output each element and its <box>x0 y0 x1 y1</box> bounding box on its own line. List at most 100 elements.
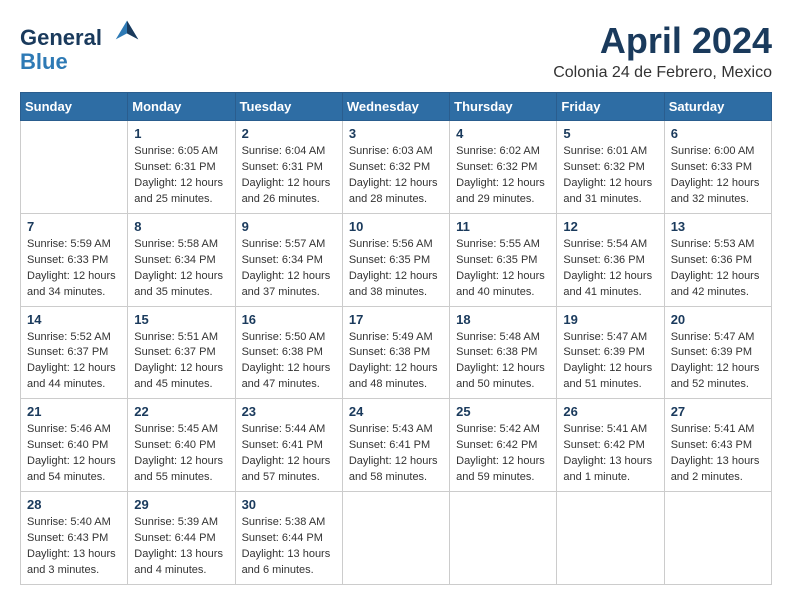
calendar-cell: 26 Sunrise: 5:41 AMSunset: 6:42 PMDayligh… <box>557 399 664 492</box>
cell-info: Sunrise: 5:41 AMSunset: 6:42 PMDaylight:… <box>563 422 657 486</box>
calendar-cell: 2 Sunrise: 6:04 AMSunset: 6:31 PMDaylight… <box>235 121 342 214</box>
calendar-cell <box>450 492 557 585</box>
week-row-2: 7 Sunrise: 5:59 AMSunset: 6:33 PMDaylight… <box>21 213 772 306</box>
cell-info: Sunrise: 5:57 AMSunset: 6:34 PMDaylight:… <box>242 237 336 301</box>
calendar-cell: 16Sunrise: 5:50 AMSunset: 6:38 PMDayligh… <box>235 306 342 399</box>
calendar-cell: 14 Sunrise: 5:52 AMSunset: 6:37 PMDayligh… <box>21 306 128 399</box>
day-number: 28 <box>27 497 121 512</box>
calendar-cell: 7 Sunrise: 5:59 AMSunset: 6:33 PMDaylight… <box>21 213 128 306</box>
day-number: 8 <box>134 219 228 234</box>
day-number: 3 <box>349 126 443 141</box>
day-number: 27 <box>671 404 765 419</box>
calendar-cell: 11 Sunrise: 5:55 AMSunset: 6:35 PMDayligh… <box>450 213 557 306</box>
cell-info: Sunrise: 5:47 AMSunset: 6:39 PMDaylight:… <box>563 330 657 394</box>
calendar-cell: 4 Sunrise: 6:02 AMSunset: 6:32 PMDaylight… <box>450 121 557 214</box>
calendar-cell: 20 Sunrise: 5:47 AMSunset: 6:39 PMDayligh… <box>664 306 771 399</box>
day-number: 19 <box>563 312 657 327</box>
day-number: 29 <box>134 497 228 512</box>
day-number: 6 <box>671 126 765 141</box>
calendar-cell: 25 Sunrise: 5:42 AMSunset: 6:42 PMDayligh… <box>450 399 557 492</box>
weekday-header-sunday: Sunday <box>21 93 128 121</box>
day-number: 23 <box>242 404 336 419</box>
calendar-cell: 8Sunrise: 5:58 AMSunset: 6:34 PMDaylight… <box>128 213 235 306</box>
calendar-cell: 19 Sunrise: 5:47 AMSunset: 6:39 PMDayligh… <box>557 306 664 399</box>
cell-info: Sunrise: 5:48 AMSunset: 6:38 PMDaylight:… <box>456 330 550 394</box>
calendar-cell: 12 Sunrise: 5:54 AMSunset: 6:36 PMDayligh… <box>557 213 664 306</box>
day-number: 12 <box>563 219 657 234</box>
location-subtitle: Colonia 24 de Febrero, Mexico <box>553 64 772 82</box>
calendar-cell: 13 Sunrise: 5:53 AMSunset: 6:36 PMDayligh… <box>664 213 771 306</box>
cell-info: Sunrise: 5:55 AMSunset: 6:35 PMDaylight:… <box>456 237 550 301</box>
calendar-cell <box>342 492 449 585</box>
day-number: 2 <box>242 126 336 141</box>
calendar-cell: 9 Sunrise: 5:57 AMSunset: 6:34 PMDaylight… <box>235 213 342 306</box>
cell-info: Sunrise: 5:59 AMSunset: 6:33 PMDaylight:… <box>27 237 121 301</box>
weekday-header-wednesday: Wednesday <box>342 93 449 121</box>
cell-info: Sunrise: 6:05 AMSunset: 6:31 PMDaylight:… <box>134 144 228 208</box>
day-number: 30 <box>242 497 336 512</box>
day-number: 1 <box>134 126 228 141</box>
day-number: 17 <box>349 312 443 327</box>
week-row-1: 1 Sunrise: 6:05 AMSunset: 6:31 PMDaylight… <box>21 121 772 214</box>
calendar-cell: 1 Sunrise: 6:05 AMSunset: 6:31 PMDaylight… <box>128 121 235 214</box>
day-number: 14 <box>27 312 121 327</box>
day-number: 20 <box>671 312 765 327</box>
cell-info: Sunrise: 5:39 AMSunset: 6:44 PMDaylight:… <box>134 515 228 579</box>
calendar-cell: 10 Sunrise: 5:56 AMSunset: 6:35 PMDayligh… <box>342 213 449 306</box>
day-number: 13 <box>671 219 765 234</box>
day-number: 21 <box>27 404 121 419</box>
week-row-4: 21 Sunrise: 5:46 AMSunset: 6:40 PMDayligh… <box>21 399 772 492</box>
logo-text: General Blue <box>20 20 142 74</box>
calendar-cell: 29 Sunrise: 5:39 AMSunset: 6:44 PMDayligh… <box>128 492 235 585</box>
page-header: General Blue April 2024 Colonia 24 de Fe… <box>20 20 772 82</box>
day-number: 11 <box>456 219 550 234</box>
calendar-cell: 23 Sunrise: 5:44 AMSunset: 6:41 PMDayligh… <box>235 399 342 492</box>
cell-info: Sunrise: 5:45 AMSunset: 6:40 PMDaylight:… <box>134 422 228 486</box>
calendar-cell: 21 Sunrise: 5:46 AMSunset: 6:40 PMDayligh… <box>21 399 128 492</box>
weekday-header-tuesday: Tuesday <box>235 93 342 121</box>
calendar-cell: 3 Sunrise: 6:03 AMSunset: 6:32 PMDaylight… <box>342 121 449 214</box>
day-number: 10 <box>349 219 443 234</box>
cell-info: Sunrise: 6:02 AMSunset: 6:32 PMDaylight:… <box>456 144 550 208</box>
cell-info: Sunrise: 6:00 AMSunset: 6:33 PMDaylight:… <box>671 144 765 208</box>
cell-info: Sunrise: 5:52 AMSunset: 6:37 PMDaylight:… <box>27 330 121 394</box>
calendar-cell: 17 Sunrise: 5:49 AMSunset: 6:38 PMDayligh… <box>342 306 449 399</box>
month-title: April 2024 <box>553 20 772 62</box>
cell-info: Sunrise: 5:56 AMSunset: 6:35 PMDaylight:… <box>349 237 443 301</box>
cell-info: Sunrise: 6:01 AMSunset: 6:32 PMDaylight:… <box>563 144 657 208</box>
day-number: 7 <box>27 219 121 234</box>
calendar-table: SundayMondayTuesdayWednesdayThursdayFrid… <box>20 92 772 585</box>
day-number: 5 <box>563 126 657 141</box>
cell-info: Sunrise: 5:40 AMSunset: 6:43 PMDaylight:… <box>27 515 121 579</box>
weekday-header-row: SundayMondayTuesdayWednesdayThursdayFrid… <box>21 93 772 121</box>
week-row-5: 28 Sunrise: 5:40 AMSunset: 6:43 PMDayligh… <box>21 492 772 585</box>
day-number: 15 <box>134 312 228 327</box>
cell-info: Sunrise: 5:44 AMSunset: 6:41 PMDaylight:… <box>242 422 336 486</box>
calendar-cell: 30Sunrise: 5:38 AMSunset: 6:44 PMDayligh… <box>235 492 342 585</box>
cell-info: Sunrise: 6:04 AMSunset: 6:31 PMDaylight:… <box>242 144 336 208</box>
day-number: 25 <box>456 404 550 419</box>
cell-info: Sunrise: 5:53 AMSunset: 6:36 PMDaylight:… <box>671 237 765 301</box>
cell-info: Sunrise: 5:54 AMSunset: 6:36 PMDaylight:… <box>563 237 657 301</box>
title-section: April 2024 Colonia 24 de Febrero, Mexico <box>553 20 772 82</box>
cell-info: Sunrise: 5:42 AMSunset: 6:42 PMDaylight:… <box>456 422 550 486</box>
calendar-cell: 18Sunrise: 5:48 AMSunset: 6:38 PMDayligh… <box>450 306 557 399</box>
cell-info: Sunrise: 5:43 AMSunset: 6:41 PMDaylight:… <box>349 422 443 486</box>
calendar-cell <box>557 492 664 585</box>
cell-info: Sunrise: 5:49 AMSunset: 6:38 PMDaylight:… <box>349 330 443 394</box>
day-number: 9 <box>242 219 336 234</box>
logo: General Blue <box>20 20 142 74</box>
cell-info: Sunrise: 5:47 AMSunset: 6:39 PMDaylight:… <box>671 330 765 394</box>
day-number: 16 <box>242 312 336 327</box>
calendar-cell <box>21 121 128 214</box>
cell-info: Sunrise: 6:03 AMSunset: 6:32 PMDaylight:… <box>349 144 443 208</box>
cell-info: Sunrise: 5:46 AMSunset: 6:40 PMDaylight:… <box>27 422 121 486</box>
day-number: 24 <box>349 404 443 419</box>
calendar-cell: 27Sunrise: 5:41 AMSunset: 6:43 PMDayligh… <box>664 399 771 492</box>
weekday-header-saturday: Saturday <box>664 93 771 121</box>
weekday-header-friday: Friday <box>557 93 664 121</box>
day-number: 4 <box>456 126 550 141</box>
weekday-header-monday: Monday <box>128 93 235 121</box>
calendar-cell: 22Sunrise: 5:45 AMSunset: 6:40 PMDayligh… <box>128 399 235 492</box>
day-number: 26 <box>563 404 657 419</box>
